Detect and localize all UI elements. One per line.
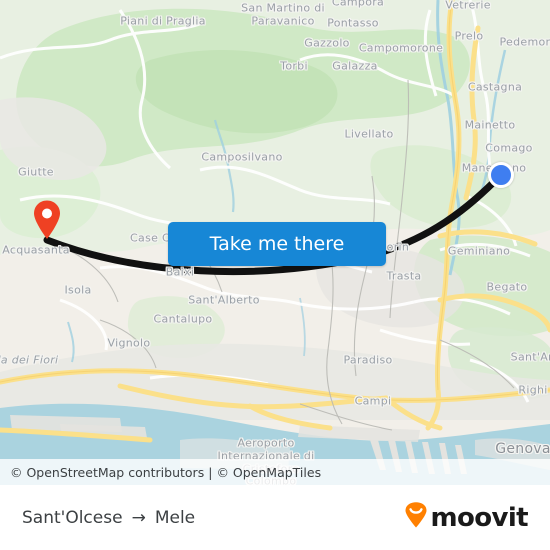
take-me-there-button[interactable]: Take me there bbox=[168, 222, 386, 266]
moovit-map-screen: Piani di Praglia San Martino di Paravanico… bbox=[0, 0, 550, 550]
route-summary: Sant'Olcese → Mele bbox=[22, 508, 195, 528]
route-origin-label: Sant'Olcese bbox=[22, 507, 123, 528]
destination-marker-dot[interactable] bbox=[488, 162, 514, 188]
map-canvas[interactable]: Piani di Praglia San Martino di Paravanico… bbox=[0, 0, 550, 485]
attribution-separator: | bbox=[208, 464, 213, 480]
moovit-logo[interactable]: moovit bbox=[404, 502, 529, 533]
footer-bar: Sant'Olcese → Mele moovit bbox=[0, 485, 550, 550]
moovit-pin-icon bbox=[404, 502, 428, 533]
attribution-tiles[interactable]: © OpenMapTiles bbox=[216, 465, 321, 480]
attribution-osm[interactable]: © OpenStreetMap contributors bbox=[10, 465, 204, 480]
moovit-wordmark: moovit bbox=[430, 502, 528, 533]
map-attribution: © OpenStreetMap contributors | © OpenMap… bbox=[0, 459, 550, 485]
arrow-right-icon: → bbox=[131, 507, 146, 528]
route-destination-label: Mele bbox=[154, 507, 196, 528]
